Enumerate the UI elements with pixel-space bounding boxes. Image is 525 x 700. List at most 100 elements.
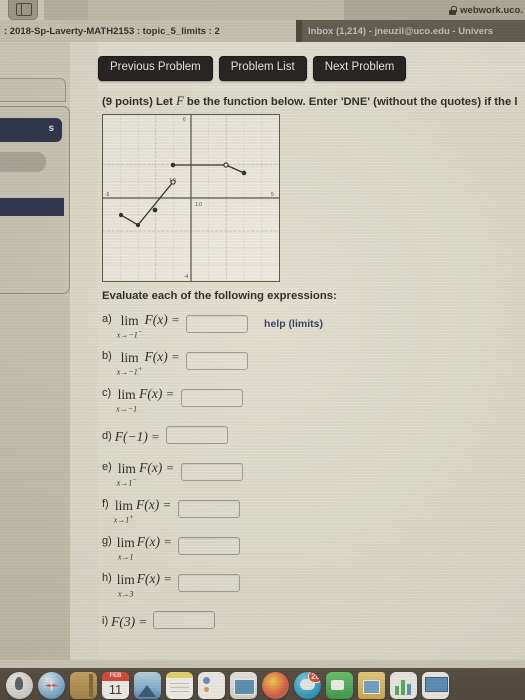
limit-word-b: lim <box>120 350 139 366</box>
expression-label-a: a) lim x→−1− F(x) = <box>102 310 180 339</box>
limit-sub-text-g: x→1 <box>118 552 134 562</box>
dock-item-launchpad[interactable] <box>6 672 33 699</box>
limit-sub-text-a: x→−1 <box>116 330 138 340</box>
limit-subscript-f: x→1+ <box>114 513 134 525</box>
limit-sub-text-e: x→1 <box>116 478 133 488</box>
background-window-search-bar[interactable] <box>0 152 46 172</box>
problem-nav-buttons: Previous Problem Problem List Next Probl… <box>98 56 407 81</box>
dock-item-photoshop[interactable] <box>262 672 289 699</box>
tab-webwork[interactable]: : 2018-Sp-Laverty-MATH2153 : topic_5_lim… <box>0 20 296 42</box>
previous-problem-button[interactable]: Previous Problem <box>98 56 213 81</box>
item-letter-f: f) <box>102 498 109 511</box>
limit-subscript-h: x→3 <box>118 587 134 599</box>
limit-sup-e: − <box>132 475 138 484</box>
messages-badge: 20 <box>308 672 321 683</box>
item-letter-a: a) <box>102 313 112 326</box>
problem-content: (9 points) Let F be the function below. … <box>98 90 525 670</box>
answer-input-a[interactable] <box>186 314 249 333</box>
background-window-header-text: s <box>48 123 54 134</box>
point-isolated-closed <box>152 207 158 213</box>
notes-line <box>170 687 189 688</box>
expression-row-e: e) lim x→1− F(x) = <box>102 458 522 488</box>
limit-subscript-a: x→−1− <box>117 328 143 340</box>
sidebar-toggle-button[interactable] <box>8 0 38 20</box>
address-bar-url: webwork.uco. <box>460 4 523 16</box>
next-problem-button[interactable]: Next Problem <box>312 56 407 81</box>
numbers-bar <box>401 680 405 695</box>
expression-row-g: g) lim x→1 F(x) = <box>102 532 522 561</box>
equals-sign-b: = <box>171 349 180 365</box>
help-limits-link[interactable]: help (limits) <box>264 318 323 330</box>
answer-input-f[interactable] <box>177 499 240 518</box>
expression-row-a: a) lim x→−1− F(x) = help (limits) <box>102 310 522 339</box>
expression-body-a: F(x) <box>144 312 168 328</box>
address-bar[interactable]: webwork.uco. <box>344 0 525 20</box>
equals-sign-c: = <box>166 386 174 402</box>
tab-strip: : 2018-Sp-Laverty-MATH2153 : topic_5_lim… <box>0 20 525 42</box>
limit-sup-b: + <box>137 364 143 373</box>
limit-operator-g: lim x→1 <box>117 536 135 561</box>
dock-item-safari[interactable] <box>38 672 65 699</box>
dock-item-calendar[interactable]: FEB 11 <box>102 672 129 699</box>
answer-input-b[interactable] <box>186 351 249 370</box>
problem-list-button[interactable]: Problem List <box>218 56 307 81</box>
x-tick-label-1: 1.0 <box>195 202 202 208</box>
function-graph-svg: -5 5 6 -4 1.0 1.0 <box>103 115 279 281</box>
limit-sub-text-b: x→−1 <box>116 367 138 377</box>
answer-input-g[interactable] <box>178 536 241 555</box>
limit-word-h: lim <box>116 572 135 588</box>
answer-input-e[interactable] <box>180 462 243 481</box>
answer-input-i[interactable] <box>153 610 216 629</box>
limit-sub-text-f: x→1 <box>113 515 130 525</box>
equals-sign-e: = <box>166 460 174 476</box>
dock-item-preview[interactable] <box>230 672 257 699</box>
dock-item-notes[interactable] <box>166 672 193 699</box>
expression-row-f: f) lim x→1+ F(x) = <box>102 495 522 524</box>
dock-item-contacts-book[interactable] <box>70 672 97 699</box>
limit-operator-b: lim x→−1+ <box>117 351 143 376</box>
dock-item-photos[interactable] <box>134 672 161 699</box>
tab-inbox[interactable]: Inbox (1,214) - jneuzil@uco.edu - Univer… <box>302 20 525 42</box>
notes-header-strip <box>166 672 193 678</box>
y-axis-bottom-label: -4 <box>184 274 189 280</box>
limit-sub-text-c: x→−1 <box>116 404 138 414</box>
expression-body-i: F(3) <box>111 613 136 629</box>
expression-body-e: F(x) <box>139 460 163 476</box>
item-letter-i: i) <box>102 614 109 627</box>
problem-statement-prefix: (9 points) Let <box>102 96 177 108</box>
limit-word-e: lim <box>117 461 136 477</box>
point-open-at-x-3 <box>223 162 229 168</box>
tab-inbox-label: Inbox (1,214) - jneuzil@uco.edu - Univer… <box>308 25 494 37</box>
answer-input-d[interactable] <box>166 425 229 444</box>
expression-row-d: d) F(−1) = <box>102 421 522 448</box>
dock-item-contacts[interactable] <box>198 672 225 699</box>
equals-sign-f: = <box>163 497 171 513</box>
expression-list: a) lim x→−1− F(x) = help (limits) b) lim <box>102 310 522 643</box>
dock-item-numbers[interactable] <box>390 672 417 699</box>
point-closed-right-end <box>241 170 247 176</box>
expression-label-g: g) lim x→1 F(x) = <box>102 532 171 561</box>
dock-item-messages[interactable]: 20 <box>294 672 321 699</box>
dock-item-folder[interactable] <box>358 672 385 699</box>
limit-subscript-g: x→1 <box>118 550 134 562</box>
answer-input-c[interactable] <box>180 388 243 407</box>
point-closed-vertex <box>135 222 141 228</box>
expression-label-f: f) lim x→1+ F(x) = <box>102 495 171 524</box>
item-letter-c: c) <box>102 387 112 400</box>
function-graph: -5 5 6 -4 1.0 1.0 <box>102 114 280 282</box>
answer-input-h[interactable] <box>178 573 241 592</box>
limit-operator-c: lim x→−1 <box>116 388 137 413</box>
background-window-top <box>0 78 66 102</box>
dock-item-keynote[interactable] <box>422 672 449 699</box>
page-left-gutter <box>70 42 98 670</box>
dock-item-facetime[interactable] <box>326 672 353 699</box>
expression-row-h: h) lim x→3 F(x) = <box>102 569 522 599</box>
equals-sign-i: = <box>139 613 147 629</box>
expression-body-d: F(−1) <box>114 428 148 444</box>
browser-toolbar-left <box>88 0 388 20</box>
browser-toolbar: webwork.uco. <box>44 0 525 20</box>
expression-row-c: c) lim x→−1 F(x) = <box>102 384 522 413</box>
sidebar-toggle-icon <box>16 3 32 16</box>
equals-sign-a: = <box>171 312 180 328</box>
limit-sup-a: − <box>137 327 143 336</box>
